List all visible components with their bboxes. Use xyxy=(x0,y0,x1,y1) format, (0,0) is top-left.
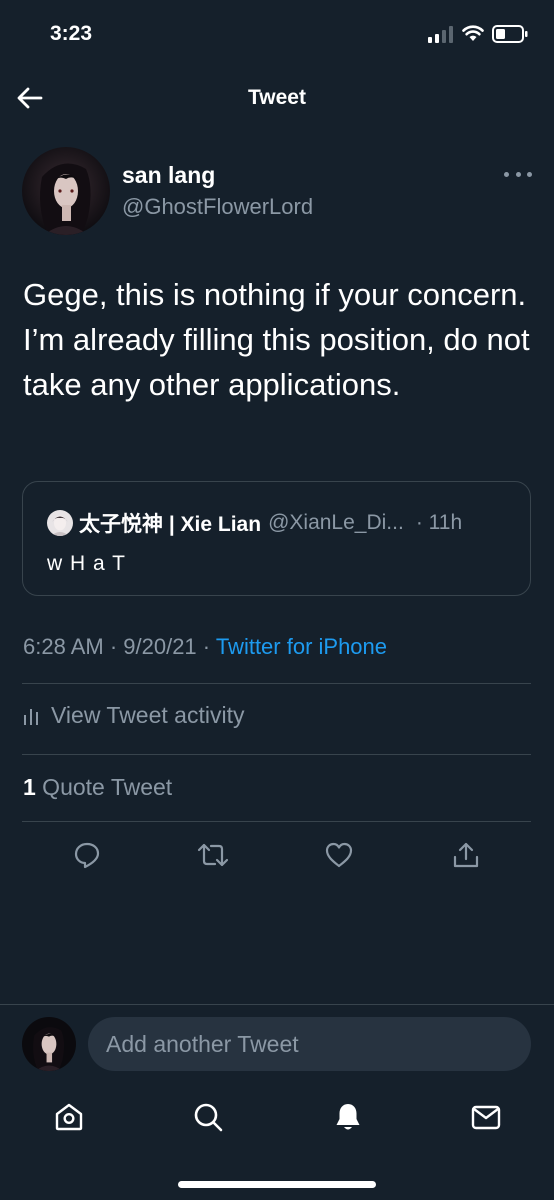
view-tweet-activity-label: View Tweet activity xyxy=(51,702,245,728)
current-user-avatar[interactable] xyxy=(22,1017,76,1071)
more-dot-icon xyxy=(527,171,532,177)
quoted-tweet-card[interactable]: 太子悦神 | Xie Lian @XianLe_Di... · 11h w H … xyxy=(22,481,531,596)
divider xyxy=(22,821,531,822)
quote-tweets-number: 1 xyxy=(23,774,36,800)
retweet-button[interactable] xyxy=(196,838,230,872)
nav-search-button[interactable] xyxy=(191,1100,225,1134)
status-bar: 3:23 xyxy=(0,0,554,70)
quote-tweets-label: Quote Tweet xyxy=(35,774,173,800)
tweet-text: Gege, this is nothing if your concern. I… xyxy=(23,277,530,402)
share-button[interactable] xyxy=(449,838,483,872)
search-icon xyxy=(194,1103,223,1132)
home-icon xyxy=(55,1103,83,1131)
page-title: Tweet xyxy=(248,86,306,109)
quote-tweets-count[interactable]: 1 Quote Tweet xyxy=(23,774,172,801)
top-header: Tweet xyxy=(0,70,554,128)
quoted-tweet-time: · 11h xyxy=(415,511,463,534)
quoted-author-name: 太子悦神 | Xie Lian xyxy=(79,513,262,536)
tweet-datetime: 6:28 AM · 9/20/21 · xyxy=(23,634,216,659)
divider xyxy=(22,754,531,755)
view-tweet-activity-link[interactable]: View Tweet activity xyxy=(23,702,244,729)
tweet-detail-screen: 3:23 Tweet san lang @GhostFlowerLord Geg… xyxy=(0,0,554,1200)
quoted-author-handle: @XianLe_Di... xyxy=(268,511,404,534)
nav-home-button[interactable] xyxy=(52,1100,86,1134)
more-dot-icon xyxy=(515,171,521,177)
like-icon xyxy=(325,842,353,868)
nav-notifications-button[interactable] xyxy=(331,1100,365,1134)
author-avatar[interactable] xyxy=(22,147,110,235)
quoted-tweet-text: w H a T xyxy=(47,552,126,575)
nav-messages-button[interactable] xyxy=(469,1100,503,1134)
retweet-icon xyxy=(197,843,229,867)
cellular-signal-icon xyxy=(428,26,453,43)
tweet-actions-bar xyxy=(0,838,554,874)
activity-bars-icon xyxy=(24,708,38,725)
wifi-icon xyxy=(462,25,484,41)
reply-button[interactable] xyxy=(70,838,104,872)
composer-divider xyxy=(0,1004,554,1005)
share-icon xyxy=(453,842,479,868)
status-time: 3:23 xyxy=(50,22,93,45)
notifications-icon xyxy=(336,1104,360,1130)
messages-icon xyxy=(471,1105,501,1130)
author-display-name[interactable]: san lang xyxy=(122,162,215,189)
like-button[interactable] xyxy=(322,838,356,872)
author-handle[interactable]: @GhostFlowerLord xyxy=(122,194,313,220)
more-options-button[interactable] xyxy=(504,166,532,182)
battery-icon xyxy=(492,25,528,43)
tweet-timestamp: 6:28 AM · 9/20/21 · Twitter for iPhone xyxy=(23,634,387,660)
reply-icon xyxy=(74,842,100,869)
more-dot-icon xyxy=(504,171,509,177)
reply-input[interactable] xyxy=(88,1017,531,1071)
divider xyxy=(22,683,531,684)
quoted-author-avatar xyxy=(47,510,73,536)
tweet-source-link[interactable]: Twitter for iPhone xyxy=(216,634,387,659)
home-indicator xyxy=(178,1181,376,1188)
quoted-tweet-header: 太子悦神 | Xie Lian @XianLe_Di... · 11h xyxy=(47,508,462,538)
